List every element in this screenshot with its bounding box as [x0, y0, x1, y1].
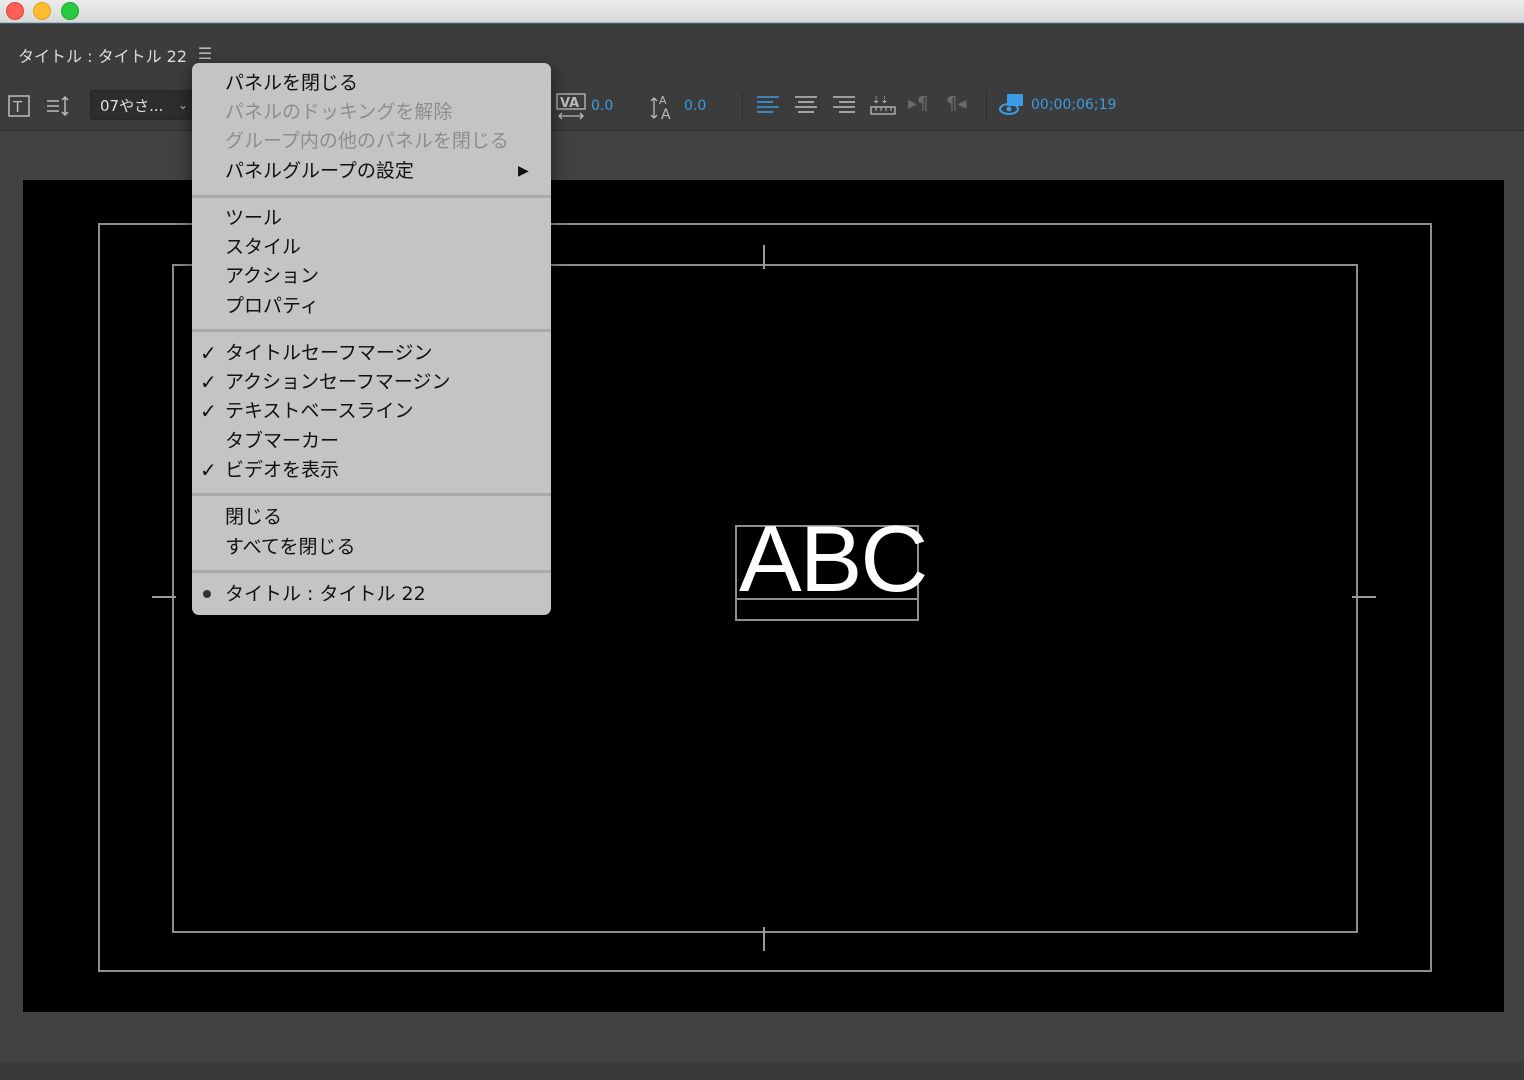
align-center-icon[interactable] — [794, 94, 818, 116]
menu-item-tab-markers[interactable]: タブマーカー — [225, 429, 339, 453]
menu-item-close-all[interactable]: すべてを閉じる — [225, 535, 356, 559]
panel-menu: パネルを閉じる パネルのドッキングを解除 グループ内の他のパネルを閉じる パネル… — [192, 63, 551, 615]
active-dot-icon — [203, 590, 211, 598]
hamburger-icon[interactable]: ☰ — [193, 44, 217, 64]
menu-item-properties[interactable]: プロパティ — [225, 294, 319, 318]
menu-item-actions[interactable]: アクション — [225, 264, 319, 288]
kerning-value[interactable]: 0.0 — [591, 98, 613, 114]
svg-text:A: A — [659, 94, 667, 107]
center-tick-right — [1352, 596, 1376, 598]
center-tick-top — [763, 245, 765, 269]
menu-item-text-baseline[interactable]: テキストベースライン — [225, 399, 413, 423]
title-text[interactable]: ABC — [739, 512, 928, 606]
checkmark-icon: ✓ — [200, 458, 217, 482]
menu-item-close-panel[interactable]: パネルを閉じる — [225, 71, 358, 95]
svg-text:⇣⇣: ⇣⇣ — [872, 95, 889, 106]
menu-item-panel-group-settings[interactable]: パネルグループの設定 — [225, 159, 414, 183]
svg-text:T: T — [12, 98, 23, 116]
align-right-icon[interactable] — [832, 94, 856, 116]
menu-item-close[interactable]: 閉じる — [225, 505, 282, 529]
menu-item-close-other-panels: グループ内の他のパネルを閉じる — [225, 130, 509, 152]
window-maximize-button[interactable] — [61, 2, 79, 20]
kerning-icon: VA — [556, 93, 586, 120]
panel-title[interactable]: タイトル : タイトル 22 — [18, 43, 187, 67]
leading-value[interactable]: 0.0 — [684, 98, 706, 114]
menu-item-show-video[interactable]: ビデオを表示 — [225, 458, 339, 482]
window-close-button[interactable] — [6, 2, 24, 20]
checkmark-icon: ✓ — [200, 399, 217, 423]
toolbar-divider — [742, 92, 743, 120]
menu-item-title-safe-margin[interactable]: タイトルセーフマージン — [225, 341, 432, 365]
text-baseline — [737, 598, 917, 600]
menu-separator — [192, 570, 551, 573]
paragraph-ltr-icon: ▸¶ — [908, 93, 929, 114]
paragraph-rtl-icon: ¶◂ — [946, 93, 967, 114]
menu-item-styles[interactable]: スタイル — [225, 235, 301, 259]
checkmark-icon: ✓ — [200, 341, 217, 365]
menu-item-title-22[interactable]: タイトル : タイトル 22 — [225, 582, 426, 606]
tab-stops-icon[interactable]: ⇣⇣ — [870, 92, 896, 116]
toolbar-divider — [986, 92, 987, 120]
vertical-type-icon[interactable] — [44, 95, 70, 117]
menu-item-tools[interactable]: ツール — [225, 206, 282, 230]
center-tick-bottom — [763, 927, 765, 951]
submenu-arrow-icon: ▶ — [518, 163, 529, 179]
window-minimize-button[interactable] — [33, 2, 51, 20]
timecode[interactable]: 00;00;06;19 — [1031, 97, 1116, 113]
svg-text:VA: VA — [560, 96, 579, 111]
chevron-down-icon[interactable]: ⌄ — [178, 98, 188, 112]
center-tick-left — [152, 596, 176, 598]
leading-icon: A A — [650, 94, 671, 122]
menu-separator — [192, 329, 551, 332]
align-left-icon[interactable] — [756, 94, 780, 116]
show-video-icon[interactable] — [998, 92, 1026, 118]
menu-item-action-safe-margin[interactable]: アクションセーフマージン — [225, 370, 451, 394]
panel-bottom-strip — [0, 1062, 1524, 1080]
type-tool-icon[interactable]: T — [8, 95, 30, 117]
window-titlebar — [0, 0, 1524, 23]
menu-item-undock-panel: パネルのドッキングを解除 — [225, 101, 453, 123]
menu-separator — [192, 195, 551, 198]
menu-separator — [192, 493, 551, 496]
svg-text:A: A — [661, 107, 671, 122]
checkmark-icon: ✓ — [200, 370, 217, 394]
